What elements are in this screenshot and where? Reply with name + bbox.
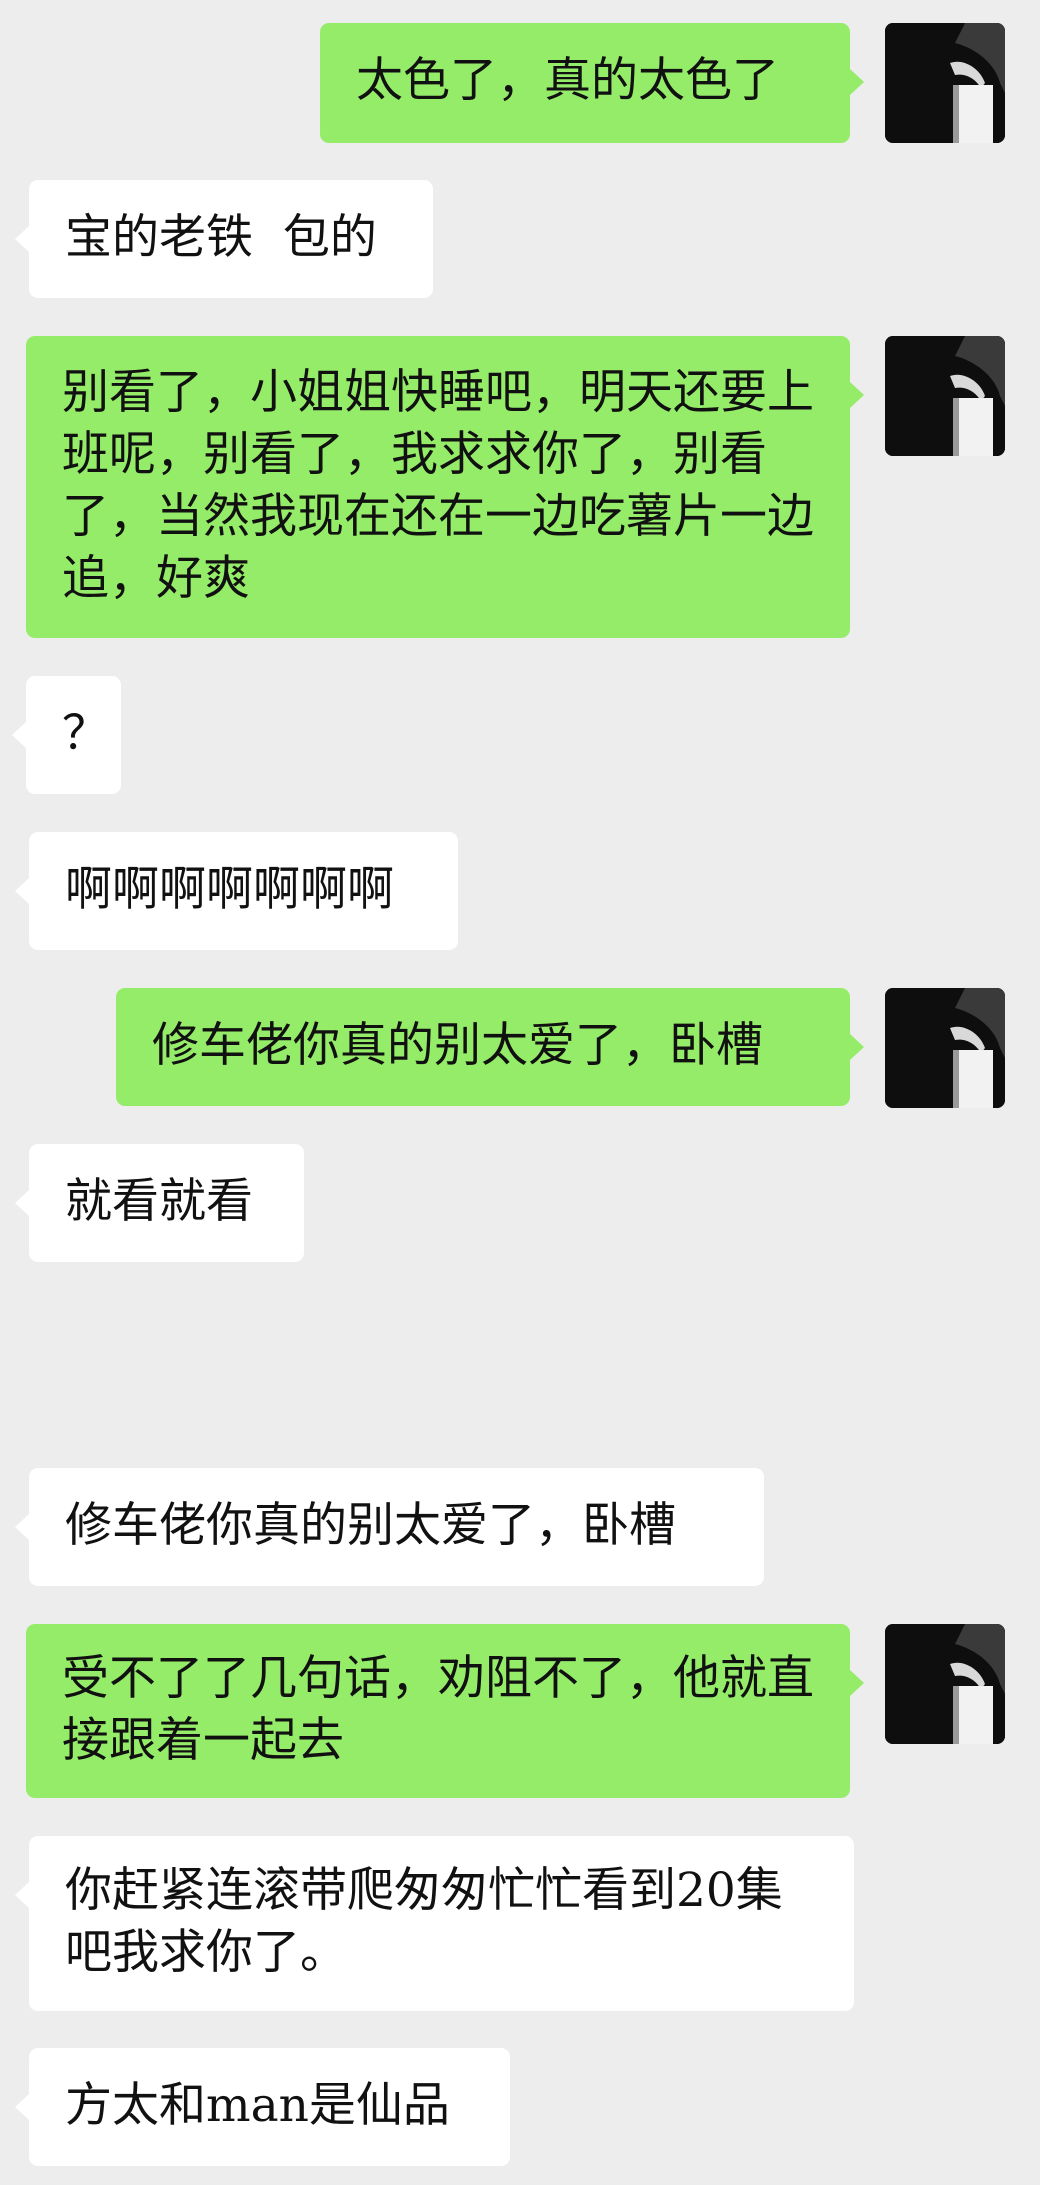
message-bubble-received[interactable]: 方太和man是仙品 (15, 2048, 510, 2166)
chat-message-list: 太色了，真的太色了 宝的老铁 包的 别看了，小姐姐快睡吧，明天还要上班呢，别看了… (0, 0, 1040, 2185)
message-text: 受不了了几句话，劝阻不了，他就直接跟着一起去 (62, 1651, 814, 1768)
message-bubble-received[interactable]: ？ (12, 676, 121, 794)
user-avatar-icon[interactable] (885, 336, 1005, 456)
message-bubble-received[interactable]: 就看就看 (15, 1144, 304, 1262)
user-avatar-icon[interactable] (885, 988, 1005, 1108)
message-text: 修车佬你真的别太爱了，卧槽 (152, 1018, 763, 1073)
user-avatar-icon[interactable] (885, 23, 1005, 143)
message-text: ？ (62, 706, 109, 761)
message-bubble-sent[interactable]: 太色了，真的太色了 (320, 23, 864, 143)
message-text: 就看就看 (65, 1174, 253, 1229)
message-text: 修车佬你真的别太爱了，卧槽 (65, 1498, 676, 1553)
message-bubble-received[interactable]: 啊啊啊啊啊啊啊 (15, 832, 458, 950)
message-text: 别看了，小姐姐快睡吧，明天还要上班呢，别看了，我求求你了，别看了，当然我现在还在… (62, 365, 814, 606)
message-bubble-received[interactable]: 修车佬你真的别太爱了，卧槽 (15, 1468, 764, 1586)
user-avatar-icon[interactable] (885, 1624, 1005, 1744)
message-text: 方太和man是仙品 (65, 2078, 450, 2133)
message-bubble-sent[interactable]: 修车佬你真的别太爱了，卧槽 (116, 988, 864, 1106)
message-text: 太色了，真的太色了 (356, 53, 779, 108)
message-text: 啊啊啊啊啊啊啊 (65, 862, 394, 917)
message-text: 你赶紧连滚带爬匆匆忙忙看到20集吧我求你了。 (65, 1863, 783, 1980)
message-bubble-received[interactable]: 宝的老铁 包的 (15, 180, 433, 298)
message-text: 宝的老铁 包的 (65, 210, 377, 265)
message-bubble-received[interactable]: 你赶紧连滚带爬匆匆忙忙看到20集吧我求你了。 (15, 1836, 854, 2011)
message-bubble-sent[interactable]: 别看了，小姐姐快睡吧，明天还要上班呢，别看了，我求求你了，别看了，当然我现在还在… (26, 336, 864, 638)
message-bubble-sent[interactable]: 受不了了几句话，劝阻不了，他就直接跟着一起去 (26, 1624, 864, 1798)
